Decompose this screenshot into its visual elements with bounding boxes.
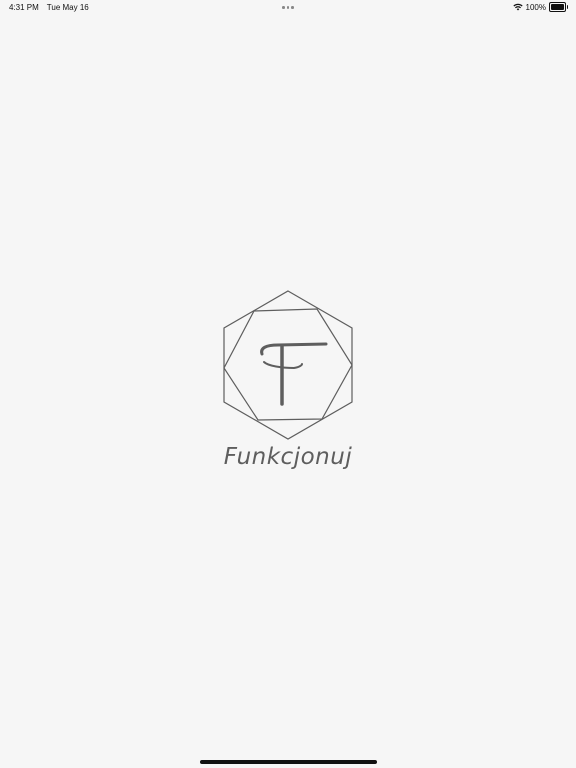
status-left: 4:31 PM Tue May 16 [9, 3, 89, 12]
hexagon-f-logo-icon [223, 290, 353, 440]
wifi-icon [512, 3, 523, 11]
app-wordmark: Funkcjonuj [223, 444, 353, 470]
status-time: 4:31 PM [9, 3, 39, 12]
status-date: Tue May 16 [46, 3, 89, 12]
home-indicator[interactable] [200, 760, 377, 764]
status-right: 100% [512, 2, 568, 12]
multitasking-dots-icon[interactable] [282, 6, 294, 9]
battery-percent: 100% [525, 2, 546, 12]
status-bar: 4:31 PM Tue May 16 100% [0, 0, 576, 16]
battery-icon [549, 2, 568, 12]
splash-screen: 4:31 PM Tue May 16 100% Funkcjonuj [0, 0, 576, 768]
